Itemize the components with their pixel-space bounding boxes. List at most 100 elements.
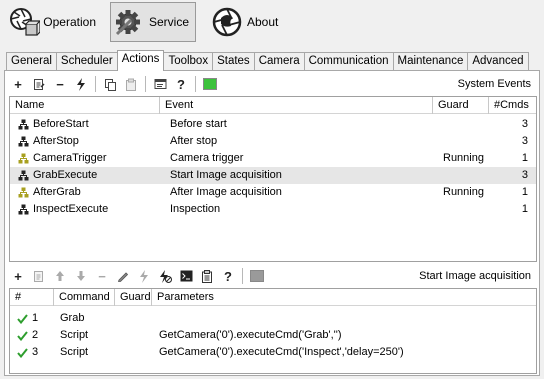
action-event: After stop	[170, 135, 218, 147]
gear-wrench-icon	[111, 4, 147, 40]
action-name: CameraTrigger	[33, 152, 107, 164]
actions-table: Name Event Guard #Cmds BeforeStart Before…	[9, 96, 537, 262]
paste-icon[interactable]	[122, 75, 140, 93]
column-header-guard[interactable]: Guard	[115, 289, 152, 306]
action-node-icon	[13, 119, 33, 130]
command-name: Grab	[60, 312, 85, 324]
column-header-cmds[interactable]: #Cmds	[489, 97, 536, 114]
toolbar-separator	[242, 268, 243, 284]
edit-document-icon[interactable]	[30, 267, 48, 285]
command-number: 2	[32, 329, 39, 341]
add-icon[interactable]: +	[9, 267, 27, 285]
table-row[interactable]: 1 Grab	[10, 310, 536, 327]
table-row[interactable]: CameraTrigger Camera trigger Running 1	[10, 150, 536, 167]
execute-lightning-icon[interactable]	[135, 267, 153, 285]
remove-icon[interactable]: −	[93, 267, 111, 285]
toolbar-separator	[195, 76, 196, 92]
action-name: AfterStop	[33, 135, 79, 147]
action-event: After Image acquisition	[170, 186, 282, 198]
column-header-guard[interactable]: Guard	[433, 97, 489, 114]
window-icon[interactable]	[151, 75, 169, 93]
clipboard-list-icon[interactable]	[198, 267, 216, 285]
actions-toolbar: + − ? System Events	[9, 73, 537, 95]
tab-maintenance[interactable]: Maintenance	[392, 52, 469, 71]
help-icon[interactable]: ?	[219, 267, 237, 285]
table-row[interactable]: AfterGrab After Image acquisition Running 1	[10, 184, 536, 201]
aperture-globe-icon	[209, 4, 245, 40]
status-indicator-icon[interactable]	[248, 267, 266, 285]
tab-states[interactable]: States	[212, 52, 255, 71]
action-guard	[438, 167, 494, 184]
tab-advanced[interactable]: Advanced	[467, 52, 529, 71]
table-row[interactable]: BeforeStart Before start 3	[10, 116, 536, 133]
action-event: Inspection	[170, 203, 221, 215]
table-row[interactable]: 3 Script GetCamera('0').executeCmd('Inspec…	[10, 344, 536, 361]
commands-toolbar-status: Start Image acquisition	[419, 270, 531, 282]
action-guard	[438, 133, 494, 150]
action-name: InspectExecute	[33, 203, 109, 215]
about-mode-button[interactable]: About	[208, 2, 288, 42]
service-label: Service	[149, 15, 190, 29]
check-icon	[14, 313, 30, 324]
action-cmd-count: 1	[521, 203, 528, 215]
lightning-no-icon[interactable]	[156, 267, 174, 285]
help-icon[interactable]: ?	[172, 75, 190, 93]
about-label: About	[247, 15, 279, 29]
action-event: Camera trigger	[170, 152, 244, 164]
action-guard	[438, 201, 494, 218]
copy-icon[interactable]	[101, 75, 119, 93]
action-node-icon	[13, 204, 33, 215]
action-guard	[438, 116, 494, 133]
action-name: AfterGrab	[33, 186, 81, 198]
table-row[interactable]: AfterStop After stop 3	[10, 133, 536, 150]
pencil-icon[interactable]	[114, 267, 132, 285]
action-node-icon	[13, 136, 33, 147]
tab-camera[interactable]: Camera	[253, 52, 305, 71]
action-node-icon	[13, 170, 33, 181]
remove-icon[interactable]: −	[51, 75, 69, 93]
edit-document-icon[interactable]	[30, 75, 48, 93]
check-icon	[14, 347, 30, 358]
action-guard: Running	[443, 186, 484, 198]
column-header-event[interactable]: Event	[160, 97, 433, 114]
action-cmd-count: 1	[521, 186, 528, 198]
command-number: 1	[32, 312, 39, 324]
action-name: BeforeStart	[33, 118, 89, 130]
operation-mode-button[interactable]: Operation	[5, 2, 97, 42]
tab-toolbox[interactable]: Toolbox	[163, 52, 214, 71]
column-header-command[interactable]: Command	[54, 289, 115, 306]
column-header-parameters[interactable]: Parameters	[152, 289, 536, 306]
tab-general[interactable]: General	[6, 52, 57, 71]
execute-lightning-icon[interactable]	[72, 75, 90, 93]
actions-table-header: Name Event Guard #Cmds	[10, 97, 536, 114]
tab-communication[interactable]: Communication	[303, 52, 394, 71]
command-number: 3	[32, 346, 39, 358]
service-mode-button[interactable]: Service	[110, 2, 196, 42]
tab-actions[interactable]: Actions	[116, 50, 165, 71]
table-row[interactable]: 2 Script GetCamera('0').executeCmd('Grab',…	[10, 327, 536, 344]
command-parameters	[153, 310, 533, 327]
move-up-icon[interactable]	[51, 267, 69, 285]
command-guard	[116, 344, 153, 361]
tab-strip: General Scheduler Actions Toolbox States…	[6, 50, 529, 71]
table-row[interactable]: GrabExecute Start Image acquisition 3	[10, 167, 536, 184]
command-guard	[116, 310, 153, 327]
action-cmd-count: 3	[521, 169, 528, 181]
move-down-icon[interactable]	[72, 267, 90, 285]
commands-table: # Command Guard Parameters 1 Grab 2 Script G…	[9, 288, 537, 374]
console-icon[interactable]	[177, 267, 195, 285]
action-cmd-count: 1	[521, 152, 528, 164]
tab-scheduler[interactable]: Scheduler	[55, 52, 118, 71]
commands-table-header: # Command Guard Parameters	[10, 289, 536, 306]
action-event: Start Image acquisition	[170, 169, 282, 181]
add-icon[interactable]: +	[9, 75, 27, 93]
column-header-number[interactable]: #	[10, 289, 54, 306]
table-row[interactable]: InspectExecute Inspection 1	[10, 201, 536, 218]
column-header-name[interactable]: Name	[10, 97, 160, 114]
status-indicator-icon[interactable]	[201, 75, 219, 93]
action-cmd-count: 3	[521, 135, 528, 147]
commands-toolbar: + − ? Start Image acquisition	[9, 265, 537, 287]
action-cmd-count: 3	[521, 118, 528, 130]
command-parameters: GetCamera('0').executeCmd('Grab','')	[159, 329, 342, 341]
command-name: Script	[60, 346, 89, 358]
